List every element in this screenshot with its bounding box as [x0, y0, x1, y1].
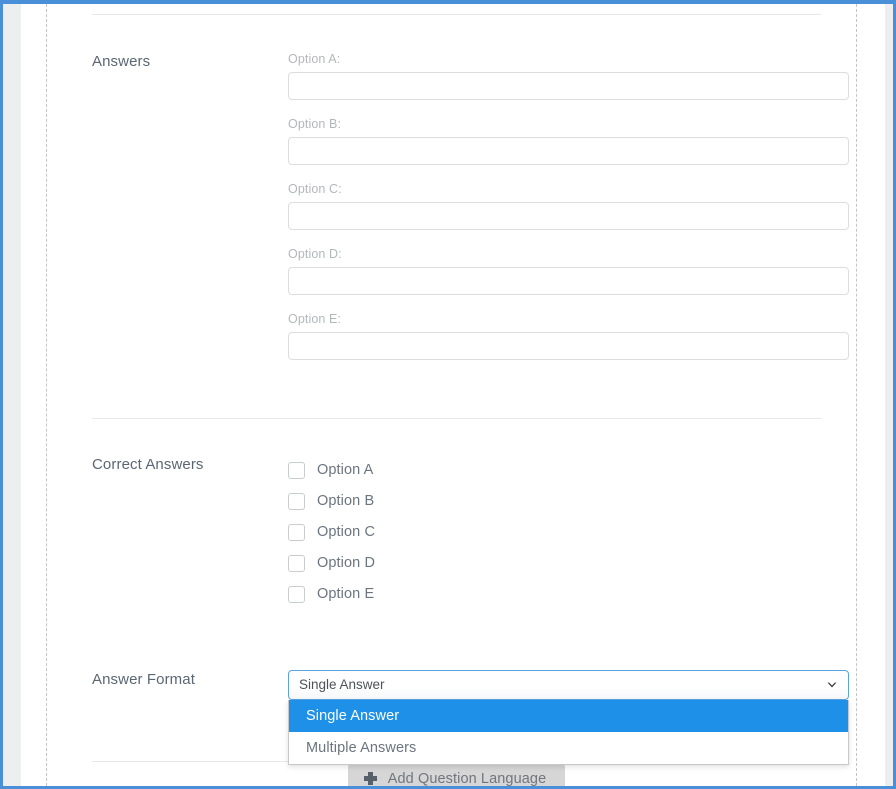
correct-answers-label: Correct Answers — [92, 456, 204, 473]
add-question-language-label: Add Question Language — [387, 770, 547, 787]
answer-format-option-single-answer[interactable]: Single Answer — [289, 700, 848, 732]
correct-answer-option-d-label: Option D — [317, 555, 376, 571]
divider-middle — [92, 418, 821, 419]
answer-option-d-caption: Option D: — [288, 247, 342, 261]
answers-label: Answers — [92, 53, 151, 70]
answer-option-e-input[interactable] — [288, 332, 849, 360]
correct-answer-option-b-checkbox[interactable] — [288, 493, 305, 510]
answer-format-select[interactable]: Single Answer — [288, 670, 849, 700]
answer-format-option-list[interactable]: Single Answer Multiple Answers — [288, 700, 849, 765]
question-form-page: Answers Option A: Option B: Option C: Op… — [21, 4, 885, 786]
correct-answer-option-d-checkbox[interactable] — [288, 555, 305, 572]
correct-answer-option-e-label: Option E — [317, 586, 375, 602]
plus-icon — [363, 772, 377, 785]
answers-row: Answers Option A: Option B: Option C: Op… — [70, 52, 849, 360]
answer-option-d-input[interactable] — [288, 267, 849, 295]
add-question-language-button[interactable]: Add Question Language — [347, 764, 566, 787]
correct-answer-option-e[interactable]: Option E — [288, 579, 843, 610]
form-content: Answers Option A: Option B: Option C: Op… — [70, 4, 849, 787]
right-gutter — [885, 4, 893, 786]
answer-option-b-input[interactable] — [288, 137, 849, 165]
answer-option-d-group: Option D: — [288, 247, 849, 295]
correct-answer-option-b[interactable]: Option B — [288, 486, 843, 517]
footer-actions: Add Question Language — [70, 764, 843, 787]
answer-option-c-caption: Option C: — [288, 182, 342, 196]
answer-format-select-wrapper: Single Answer Single Answer Multiple Ans… — [288, 670, 849, 765]
editor-viewport: Answers Option A: Option B: Option C: Op… — [0, 0, 896, 789]
answer-option-b-group: Option B: — [288, 117, 849, 165]
correct-answer-option-c-label: Option C — [317, 524, 376, 540]
answer-option-a-caption: Option A: — [288, 52, 341, 66]
dashed-guide-left — [46, 4, 47, 786]
answer-option-a-group: Option A: — [288, 52, 849, 100]
correct-answer-option-d[interactable]: Option D — [288, 548, 843, 579]
answer-format-option-multiple-answers[interactable]: Multiple Answers — [289, 732, 848, 764]
answer-option-e-group: Option E: — [288, 312, 849, 360]
correct-answer-option-b-label: Option B — [317, 493, 375, 509]
answer-option-a-input[interactable] — [288, 72, 849, 100]
correct-answer-option-c[interactable]: Option C — [288, 517, 843, 548]
answer-format-field: Single Answer Single Answer Multiple Ans… — [288, 670, 849, 765]
answer-format-row: Answer Format Single Answer Single Answe… — [70, 670, 849, 765]
answer-format-label: Answer Format — [92, 671, 195, 688]
chevron-down-icon — [826, 679, 838, 691]
correct-answer-option-a[interactable]: Option A — [288, 455, 843, 486]
answer-option-c-input[interactable] — [288, 202, 849, 230]
dashed-guide-right — [856, 4, 857, 786]
answer-option-b-caption: Option B: — [288, 117, 342, 131]
correct-answer-option-a-label: Option A — [317, 462, 374, 478]
answers-fields: Option A: Option B: Option C: Option D: — [288, 52, 849, 360]
divider-top — [92, 14, 821, 15]
correct-answers-row: Correct Answers Option A Option B Option… — [70, 455, 843, 610]
correct-answer-option-e-checkbox[interactable] — [288, 586, 305, 603]
correct-answers-checkboxes: Option A Option B Option C Option D Opti… — [288, 455, 843, 610]
left-gutter — [3, 4, 21, 786]
correct-answer-option-a-checkbox[interactable] — [288, 462, 305, 479]
answer-option-c-group: Option C: — [288, 182, 849, 230]
answer-option-e-caption: Option E: — [288, 312, 342, 326]
answer-format-selected-value: Single Answer — [299, 677, 385, 692]
correct-answer-option-c-checkbox[interactable] — [288, 524, 305, 541]
